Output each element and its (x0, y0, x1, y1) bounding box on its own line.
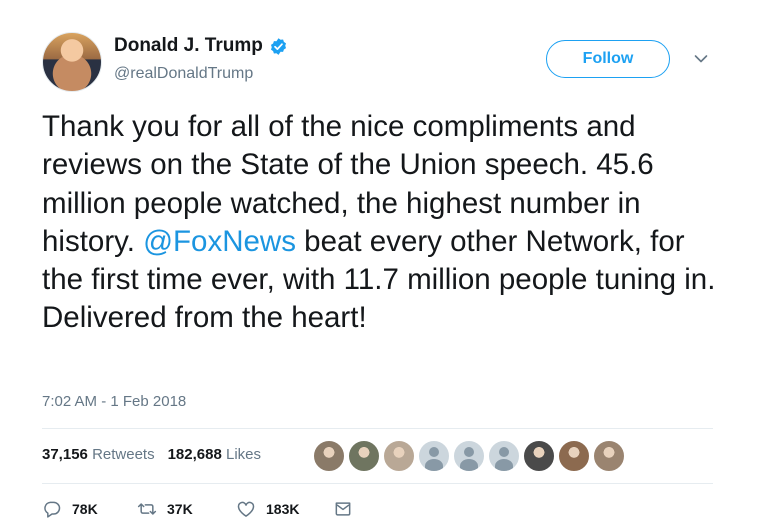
likes-stat[interactable]: 182,688 Likes (168, 446, 261, 463)
default-avatar-icon[interactable] (417, 439, 451, 473)
liker-avatars (312, 439, 627, 473)
retweet-button[interactable]: 37K (137, 499, 236, 519)
divider (42, 428, 713, 429)
liker-avatar[interactable] (382, 439, 416, 473)
author-avatar[interactable] (42, 32, 102, 92)
message-button[interactable] (333, 499, 353, 519)
likes-label: Likes (226, 446, 262, 463)
author-name-row[interactable]: Donald J. Trump (114, 35, 288, 57)
reply-count: 78K (72, 501, 98, 517)
retweets-label: Retweets (92, 446, 155, 463)
retweets-stat[interactable]: 37,156 Retweets (42, 446, 155, 463)
like-count: 183K (266, 501, 300, 517)
liker-avatar[interactable] (522, 439, 556, 473)
tweet-actions: 78K 37K 183K (42, 499, 353, 519)
liker-avatar[interactable] (592, 439, 626, 473)
liker-avatar[interactable] (312, 439, 346, 473)
retweet-count: 37K (167, 501, 193, 517)
retweet-icon (137, 503, 157, 515)
default-avatar-icon[interactable] (452, 439, 486, 473)
default-avatar-icon[interactable] (487, 439, 521, 473)
tweet-stats: 37,156 Retweets 182,688 Likes (42, 446, 261, 463)
mention-link[interactable]: @FoxNews (143, 225, 296, 258)
retweets-count: 37,156 (42, 446, 88, 463)
follow-button[interactable]: Follow (546, 40, 670, 78)
author-name[interactable]: Donald J. Trump (114, 35, 263, 57)
reply-button[interactable]: 78K (42, 499, 137, 519)
liker-avatar[interactable] (347, 439, 381, 473)
author-handle[interactable]: @realDonaldTrump (114, 65, 253, 83)
likes-count: 182,688 (167, 446, 222, 463)
verified-badge-icon (270, 37, 286, 55)
tweet-text: Thank you for all of the nice compliment… (42, 108, 732, 338)
tweet-timestamp[interactable]: 7:02 AM - 1 Feb 2018 (42, 393, 186, 410)
reply-icon (44, 501, 61, 518)
chevron-down-icon[interactable] (694, 54, 708, 64)
liker-avatar[interactable] (557, 439, 591, 473)
envelope-icon (335, 502, 351, 516)
divider (42, 483, 713, 484)
like-button[interactable]: 183K (236, 499, 333, 519)
heart-icon (237, 501, 255, 517)
